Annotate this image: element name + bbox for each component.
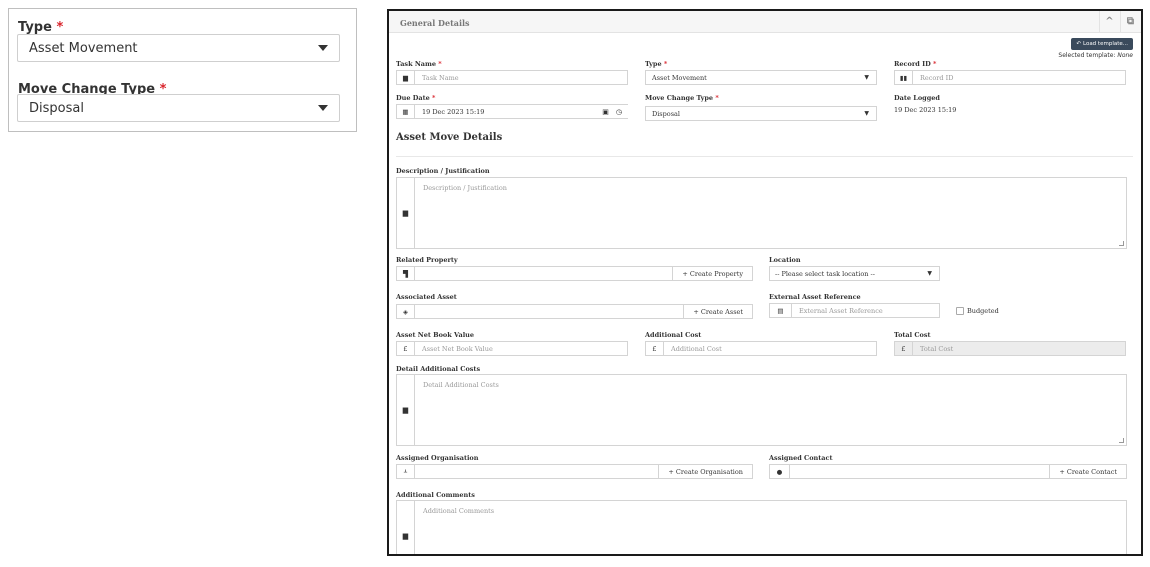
cube-icon: ◈ [397,305,415,318]
create-asset-button[interactable]: + Create Asset [683,305,752,318]
external-asset-reference-label: External Asset Reference [769,293,861,301]
pound-icon: £ [895,342,913,355]
due-date-field[interactable]: ▦ 19 Dec 2023 15:19 ▣ ◷ [396,104,628,119]
calendar-icon: ▦ [397,105,415,118]
total-cost-label: Total Cost [894,331,931,339]
create-contact-button[interactable]: + Create Contact [1049,465,1126,478]
popout-icon[interactable]: ⧉ [1120,11,1140,32]
pound-icon: £ [646,342,664,355]
date-logged-label: Date Logged [894,94,940,102]
general-details-window: General Details ^ ⧉ ↶ Load template... S… [387,9,1143,556]
detail-additional-costs-textarea[interactable]: ▆ Detail Additional Costs [396,374,1127,446]
external-asset-reference-field[interactable]: ▤ External Asset Reference [769,303,940,318]
detail-additional-costs-label: Detail Additional Costs [396,365,481,373]
move-change-type-zoom-value: Disposal [29,100,84,116]
associated-asset-label: Associated Asset [396,293,457,301]
task-name-label: Task Name * [396,60,442,68]
create-organisation-button[interactable]: + Create Organisation [658,465,752,478]
zoomed-type-panel: Type * Asset Movement Move Change Type *… [8,8,357,132]
barcode-icon: ▮▮ [895,71,913,84]
user-icon: ● [770,465,790,478]
date-logged-value: 19 Dec 2023 15:19 [894,106,957,114]
additional-cost-label: Additional Cost [645,331,702,339]
description-label: Description / Justification [396,167,490,175]
sitemap-icon: ᚆ [397,465,415,478]
resize-handle[interactable] [1119,438,1124,443]
associated-asset-field[interactable]: ◈ + Create Asset [396,304,753,319]
task-name-field[interactable]: ▆ Task Name [396,70,628,85]
id-card-icon: ▤ [770,304,792,317]
location-select[interactable]: -- Please select task location -- ▼ [769,266,940,281]
pound-icon: £ [397,342,415,355]
additional-comments-textarea[interactable]: ▆ Additional Comments [396,500,1127,554]
assigned-organisation-field[interactable]: ᚆ + Create Organisation [396,464,753,479]
additional-cost-field[interactable]: £ Additional Cost [645,341,877,356]
chevron-down-icon: ▼ [864,110,869,117]
file-icon: ▆ [397,71,415,84]
type-label: Type * [645,60,668,68]
asset-net-book-value-field[interactable]: £ Asset Net Book Value [396,341,628,356]
selected-template-text: Selected template: None [1058,52,1133,59]
window-title: General Details [400,18,470,28]
total-cost-field: £ Total Cost [894,341,1126,356]
collapse-icon[interactable]: ^ [1099,11,1119,32]
move-change-type-label: Move Change Type * [645,94,719,102]
chevron-down-icon: ▼ [864,74,869,81]
description-textarea[interactable]: ▆ Description / Justification [396,177,1127,249]
chevron-down-icon [318,105,328,111]
due-date-label: Due Date * [396,94,436,102]
file-icon: ▆ [397,178,415,248]
type-select-zoom-value: Asset Movement [29,40,138,56]
undo-icon: ↶ [1076,41,1081,47]
building-icon: ▜ [397,267,415,280]
related-property-label: Related Property [396,256,458,264]
chevron-down-icon: ▼ [927,270,932,277]
additional-comments-label: Additional Comments [396,491,475,499]
divider [396,156,1133,157]
section-title: Asset Move Details [396,132,503,143]
create-property-button[interactable]: + Create Property [672,267,752,280]
file-icon: ▆ [397,501,415,554]
window-header: General Details ^ ⧉ [389,11,1141,33]
type-select-zoom[interactable]: Asset Movement [17,34,340,62]
budgeted-label: Budgeted [967,307,999,315]
record-id-field[interactable]: ▮▮ Record ID [894,70,1126,85]
related-property-field[interactable]: ▜ + Create Property [396,266,753,281]
type-label-zoom: Type * [18,20,64,35]
resize-handle[interactable] [1119,241,1124,246]
assigned-organisation-label: Assigned Organisation [396,454,479,462]
record-id-label: Record ID * [894,60,937,68]
calendar-picker-icon[interactable]: ▣ [598,108,613,116]
assigned-contact-label: Assigned Contact [769,454,833,462]
location-label: Location [769,256,801,264]
chevron-down-icon [318,45,328,51]
move-change-type-select[interactable]: Disposal ▼ [645,106,877,121]
clock-icon[interactable]: ◷ [613,108,628,116]
asset-net-book-value-label: Asset Net Book Value [396,331,475,339]
move-change-type-select-zoom[interactable]: Disposal [17,94,340,122]
load-template-button[interactable]: ↶ Load template... [1071,38,1133,50]
budgeted-checkbox[interactable] [956,307,964,315]
type-select[interactable]: Asset Movement ▼ [645,70,877,85]
assigned-contact-field[interactable]: ● + Create Contact [769,464,1127,479]
file-icon: ▆ [397,375,415,445]
